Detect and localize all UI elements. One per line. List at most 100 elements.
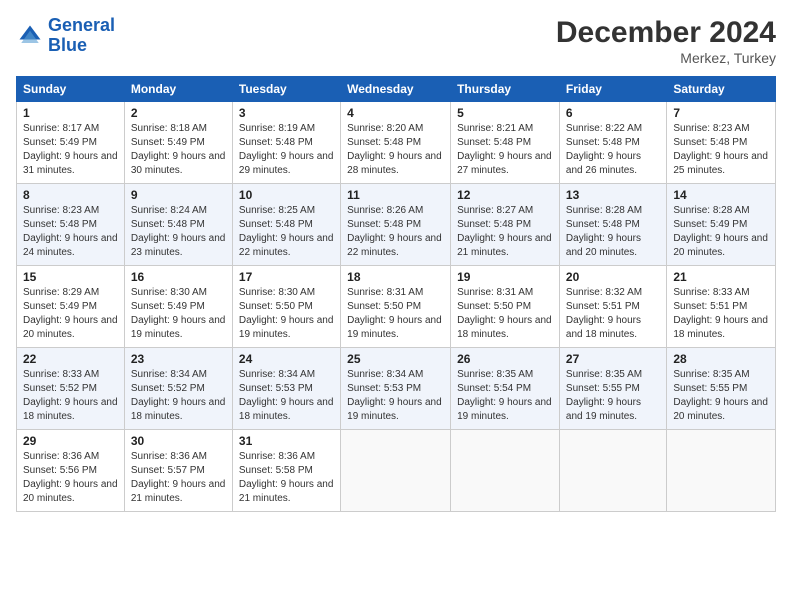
day-info: Sunrise: 8:31 AM Sunset: 5:50 PM Dayligh…: [347, 286, 444, 342]
day-info: Sunrise: 8:35 AM Sunset: 5:55 PM Dayligh…: [566, 368, 660, 424]
day-number: 29: [23, 434, 118, 448]
calendar-table: Sunday Monday Tuesday Wednesday Thursday…: [16, 76, 776, 512]
day-number: 28: [673, 352, 769, 366]
header-sunday: Sunday: [17, 77, 125, 102]
table-row: 9 Sunrise: 8:24 AM Sunset: 5:48 PM Daylig…: [124, 184, 232, 266]
day-number: 19: [457, 270, 553, 284]
table-row: [667, 430, 776, 512]
day-info: Sunrise: 8:20 AM Sunset: 5:48 PM Dayligh…: [347, 122, 444, 178]
day-number: 3: [239, 106, 334, 120]
day-info: Sunrise: 8:29 AM Sunset: 5:49 PM Dayligh…: [23, 286, 118, 342]
day-number: 27: [566, 352, 660, 366]
day-number: 18: [347, 270, 444, 284]
table-row: 23 Sunrise: 8:34 AM Sunset: 5:52 PM Dayli…: [124, 348, 232, 430]
logo-line2: Blue: [48, 35, 87, 55]
table-row: [451, 430, 560, 512]
table-row: 24 Sunrise: 8:34 AM Sunset: 5:53 PM Dayli…: [232, 348, 340, 430]
day-number: 20: [566, 270, 660, 284]
day-number: 1: [23, 106, 118, 120]
day-number: 8: [23, 188, 118, 202]
week-row-1: 1Sunrise: 8:17 AM Sunset: 5:49 PM Daylig…: [17, 102, 776, 184]
week-row-4: 22 Sunrise: 8:33 AM Sunset: 5:52 PM Dayli…: [17, 348, 776, 430]
day-number: 24: [239, 352, 334, 366]
weekday-header-row: Sunday Monday Tuesday Wednesday Thursday…: [17, 77, 776, 102]
table-row: [559, 430, 666, 512]
day-info: Sunrise: 8:30 AM Sunset: 5:49 PM Dayligh…: [131, 286, 226, 342]
day-info: Sunrise: 8:32 AM Sunset: 5:51 PM Dayligh…: [566, 286, 660, 342]
table-row: 6Sunrise: 8:22 AM Sunset: 5:48 PM Daylig…: [559, 102, 666, 184]
table-row: 5 Sunrise: 8:21 AM Sunset: 5:48 PM Daylig…: [451, 102, 560, 184]
table-row: 29Sunrise: 8:36 AM Sunset: 5:56 PM Dayli…: [17, 430, 125, 512]
header-wednesday: Wednesday: [341, 77, 451, 102]
table-row: [341, 430, 451, 512]
day-number: 15: [23, 270, 118, 284]
table-row: 30Sunrise: 8:36 AM Sunset: 5:57 PM Dayli…: [124, 430, 232, 512]
table-row: 10 Sunrise: 8:25 AM Sunset: 5:48 PM Dayli…: [232, 184, 340, 266]
table-row: 16 Sunrise: 8:30 AM Sunset: 5:49 PM Dayli…: [124, 266, 232, 348]
logo-text: General Blue: [48, 16, 115, 56]
day-info: Sunrise: 8:18 AM Sunset: 5:49 PM Dayligh…: [131, 122, 226, 178]
day-info: Sunrise: 8:34 AM Sunset: 5:52 PM Dayligh…: [131, 368, 226, 424]
day-info: Sunrise: 8:23 AM Sunset: 5:48 PM Dayligh…: [23, 204, 118, 260]
day-number: 23: [131, 352, 226, 366]
day-info: Sunrise: 8:27 AM Sunset: 5:48 PM Dayligh…: [457, 204, 553, 260]
day-number: 26: [457, 352, 553, 366]
location: Merkez, Turkey: [556, 50, 776, 66]
header-saturday: Saturday: [667, 77, 776, 102]
day-number: 9: [131, 188, 226, 202]
logo-line1: General: [48, 15, 115, 35]
table-row: 31Sunrise: 8:36 AM Sunset: 5:58 PM Dayli…: [232, 430, 340, 512]
day-info: Sunrise: 8:31 AM Sunset: 5:50 PM Dayligh…: [457, 286, 553, 342]
day-number: 4: [347, 106, 444, 120]
week-row-3: 15 Sunrise: 8:29 AM Sunset: 5:49 PM Dayli…: [17, 266, 776, 348]
table-row: 19 Sunrise: 8:31 AM Sunset: 5:50 PM Dayli…: [451, 266, 560, 348]
day-number: 22: [23, 352, 118, 366]
day-number: 5: [457, 106, 553, 120]
week-row-2: 8 Sunrise: 8:23 AM Sunset: 5:48 PM Daylig…: [17, 184, 776, 266]
day-info: Sunrise: 8:35 AM Sunset: 5:54 PM Dayligh…: [457, 368, 553, 424]
day-number: 14: [673, 188, 769, 202]
day-number: 17: [239, 270, 334, 284]
day-info: Sunrise: 8:21 AM Sunset: 5:48 PM Dayligh…: [457, 122, 553, 178]
table-row: 3Sunrise: 8:19 AM Sunset: 5:48 PM Daylig…: [232, 102, 340, 184]
table-row: 22 Sunrise: 8:33 AM Sunset: 5:52 PM Dayli…: [17, 348, 125, 430]
day-info: Sunrise: 8:34 AM Sunset: 5:53 PM Dayligh…: [239, 368, 334, 424]
day-number: 2: [131, 106, 226, 120]
page: General Blue December 2024 Merkez, Turke…: [0, 0, 792, 612]
day-info: Sunrise: 8:26 AM Sunset: 5:48 PM Dayligh…: [347, 204, 444, 260]
day-info: Sunrise: 8:25 AM Sunset: 5:48 PM Dayligh…: [239, 204, 334, 260]
day-number: 30: [131, 434, 226, 448]
table-row: 15 Sunrise: 8:29 AM Sunset: 5:49 PM Dayli…: [17, 266, 125, 348]
table-row: 1Sunrise: 8:17 AM Sunset: 5:49 PM Daylig…: [17, 102, 125, 184]
day-info: Sunrise: 8:36 AM Sunset: 5:58 PM Dayligh…: [239, 450, 334, 506]
table-row: 4 Sunrise: 8:20 AM Sunset: 5:48 PM Daylig…: [341, 102, 451, 184]
header-tuesday: Tuesday: [232, 77, 340, 102]
table-row: 7 Sunrise: 8:23 AM Sunset: 5:48 PM Daylig…: [667, 102, 776, 184]
table-row: 14 Sunrise: 8:28 AM Sunset: 5:49 PM Dayli…: [667, 184, 776, 266]
day-info: Sunrise: 8:24 AM Sunset: 5:48 PM Dayligh…: [131, 204, 226, 260]
table-row: 28 Sunrise: 8:35 AM Sunset: 5:55 PM Dayli…: [667, 348, 776, 430]
day-number: 10: [239, 188, 334, 202]
day-number: 13: [566, 188, 660, 202]
day-info: Sunrise: 8:28 AM Sunset: 5:48 PM Dayligh…: [566, 204, 660, 260]
day-number: 16: [131, 270, 226, 284]
day-number: 12: [457, 188, 553, 202]
day-number: 11: [347, 188, 444, 202]
table-row: 12 Sunrise: 8:27 AM Sunset: 5:48 PM Dayli…: [451, 184, 560, 266]
day-info: Sunrise: 8:23 AM Sunset: 5:48 PM Dayligh…: [673, 122, 769, 178]
title-block: December 2024 Merkez, Turkey: [556, 16, 776, 66]
day-info: Sunrise: 8:33 AM Sunset: 5:51 PM Dayligh…: [673, 286, 769, 342]
table-row: 17 Sunrise: 8:30 AM Sunset: 5:50 PM Dayli…: [232, 266, 340, 348]
day-info: Sunrise: 8:35 AM Sunset: 5:55 PM Dayligh…: [673, 368, 769, 424]
day-number: 7: [673, 106, 769, 120]
table-row: 18 Sunrise: 8:31 AM Sunset: 5:50 PM Dayli…: [341, 266, 451, 348]
header: General Blue December 2024 Merkez, Turke…: [16, 16, 776, 66]
day-info: Sunrise: 8:30 AM Sunset: 5:50 PM Dayligh…: [239, 286, 334, 342]
week-row-5: 29Sunrise: 8:36 AM Sunset: 5:56 PM Dayli…: [17, 430, 776, 512]
table-row: 26 Sunrise: 8:35 AM Sunset: 5:54 PM Dayli…: [451, 348, 560, 430]
day-number: 21: [673, 270, 769, 284]
day-info: Sunrise: 8:33 AM Sunset: 5:52 PM Dayligh…: [23, 368, 118, 424]
header-monday: Monday: [124, 77, 232, 102]
table-row: 25Sunrise: 8:34 AM Sunset: 5:53 PM Dayli…: [341, 348, 451, 430]
day-info: Sunrise: 8:28 AM Sunset: 5:49 PM Dayligh…: [673, 204, 769, 260]
